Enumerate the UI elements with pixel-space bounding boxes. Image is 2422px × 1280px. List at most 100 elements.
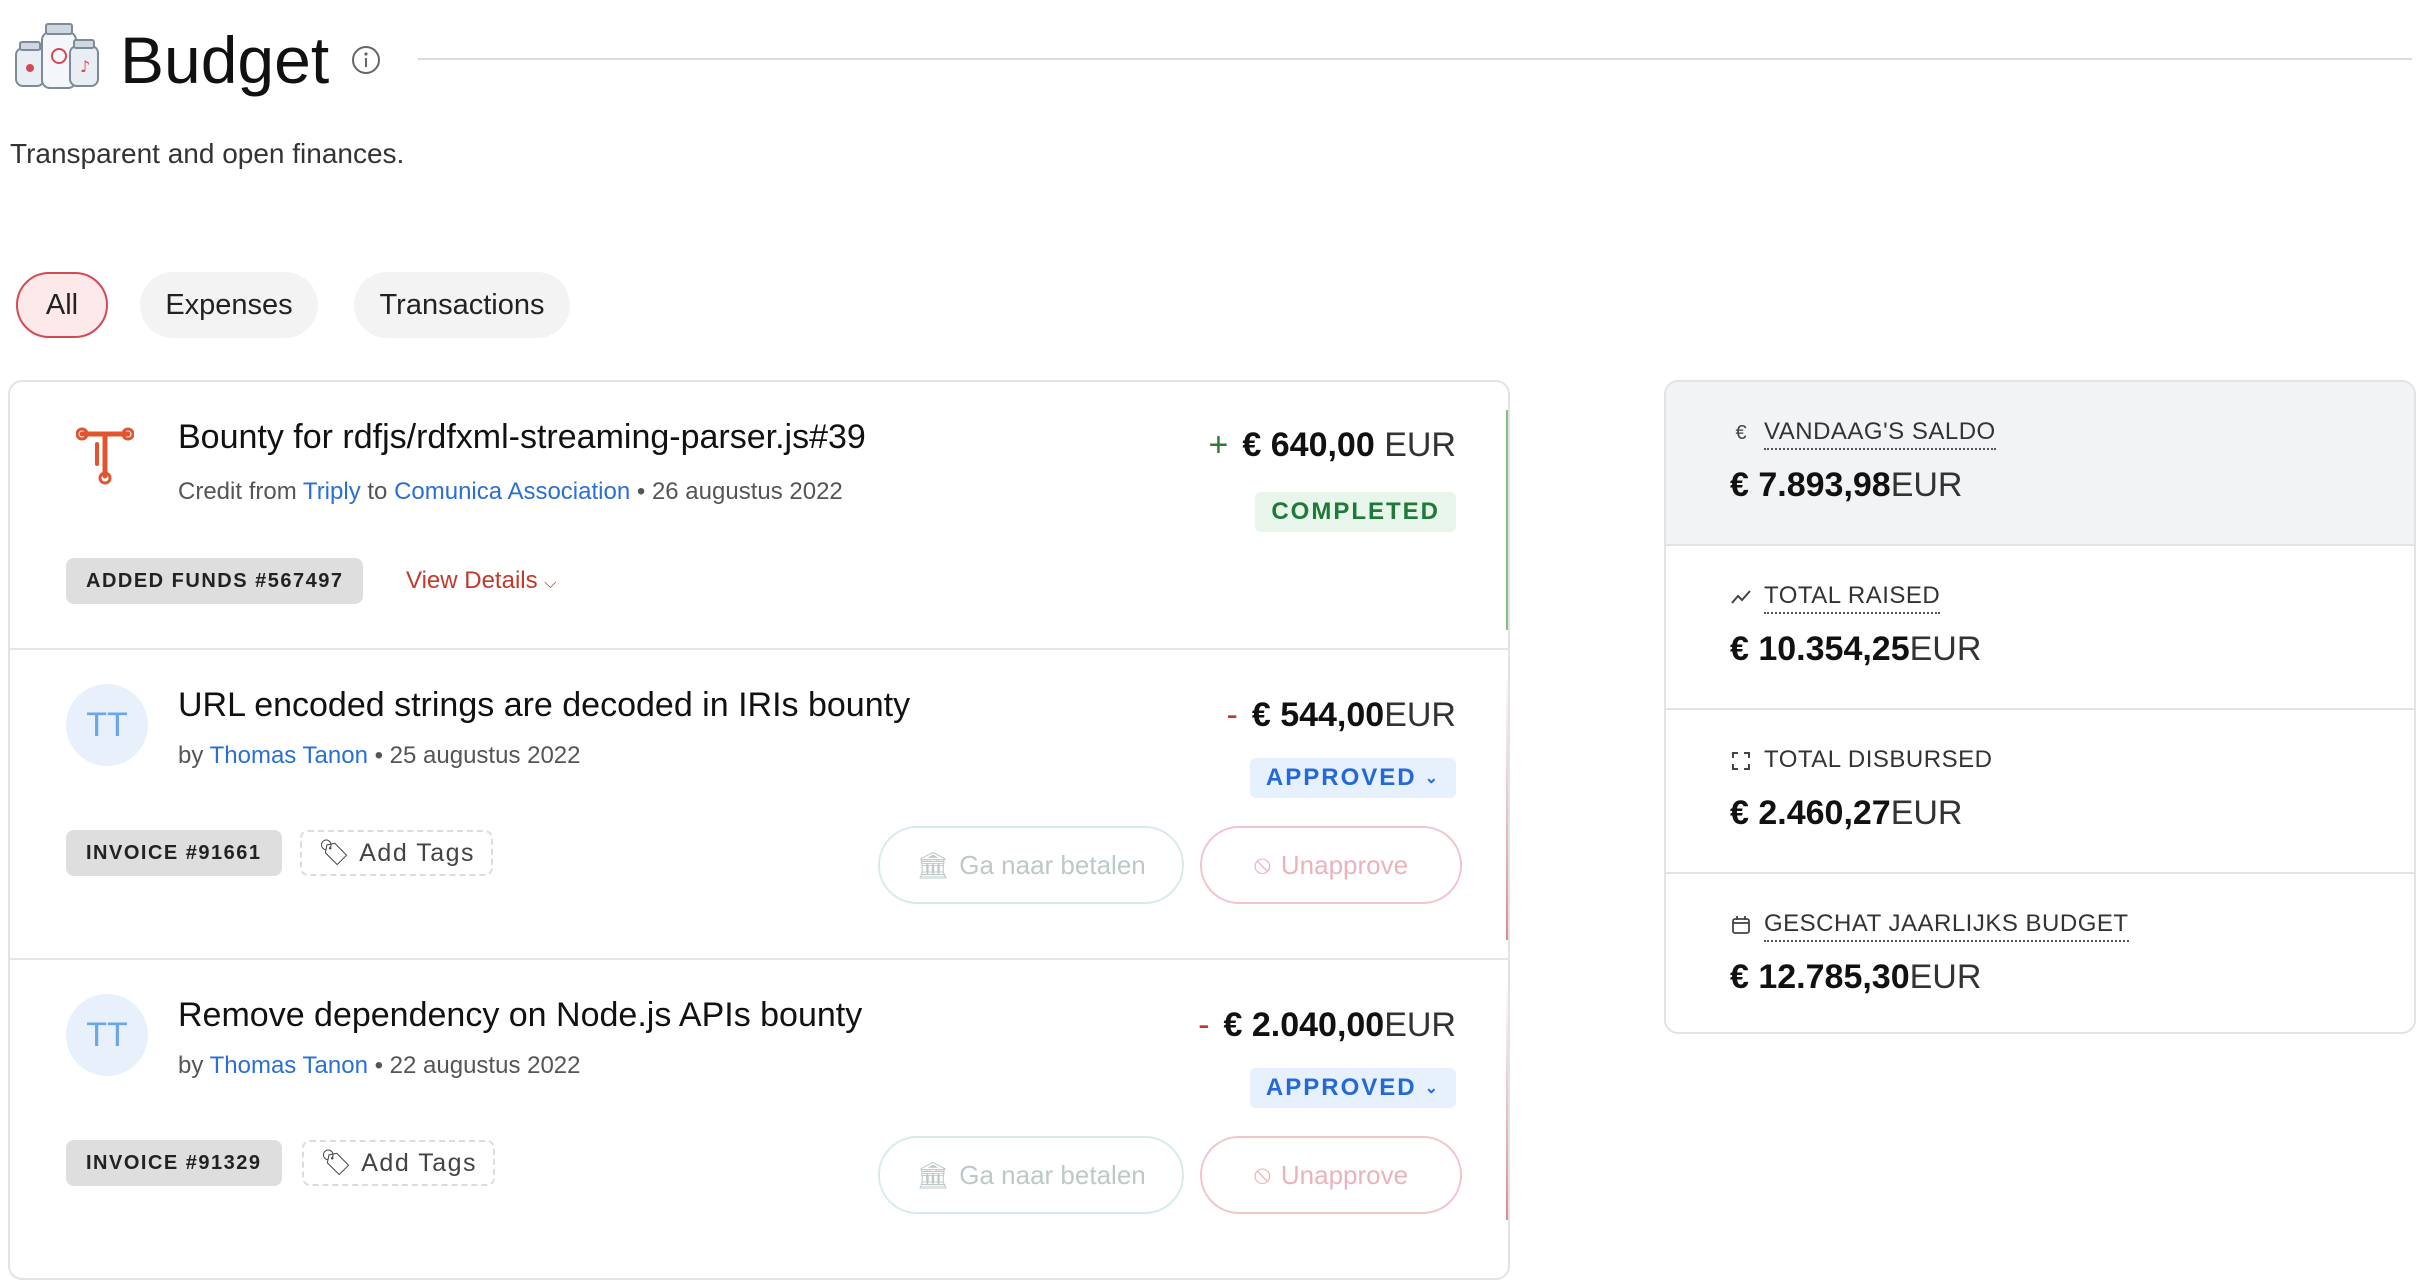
item-date: 25 augustus 2022: [389, 742, 581, 769]
to-link[interactable]: Comunica Association: [394, 478, 630, 505]
page-title: Budget: [120, 23, 330, 97]
svg-text:♪: ♪: [80, 57, 90, 76]
item-meta: Credit from Triply to Comunica Associati…: [178, 478, 843, 506]
bank-icon: 🏛: [916, 849, 950, 880]
amount-currency: EUR: [1384, 696, 1456, 734]
expand-icon: [1732, 752, 1750, 770]
pay-button[interactable]: 🏛 Ga naar betalen: [878, 1136, 1184, 1214]
amount-value: € 640,00: [1242, 426, 1375, 464]
invoice-badge: INVOICE #91329: [66, 1140, 282, 1186]
add-tags-label: Add Tags: [361, 1148, 478, 1177]
summary-label[interactable]: TOTAL RAISED: [1764, 582, 1941, 614]
tab-all[interactable]: All: [16, 272, 108, 338]
pay-button[interactable]: 🏛 Ga naar betalen: [878, 826, 1184, 904]
item-amount: - € 544,00EUR: [1227, 696, 1456, 735]
amount-currency: EUR: [1384, 426, 1456, 464]
status-label: APPROVED: [1265, 1074, 1417, 1101]
item-title[interactable]: Bounty for rdfjs/rdfxml-streaming-parser…: [178, 418, 866, 457]
chevron-down-icon: ⌄: [1424, 1080, 1440, 1097]
item-title[interactable]: URL encoded strings are decoded in IRIs …: [178, 686, 910, 725]
pay-label: Ga naar betalen: [959, 1159, 1146, 1190]
euro-icon: €: [1735, 421, 1747, 444]
meta-bullet: •: [374, 1052, 383, 1079]
summary-label: TOTAL DISBURSED: [1764, 746, 1993, 773]
budget-jars-logo: ♪: [15, 23, 99, 89]
meta-by-word: by: [178, 1052, 204, 1079]
summary-amount: € 10.354,25: [1730, 630, 1910, 668]
summary-row-yearly-budget: GESCHAT JAARLIJKS BUDGET € 12.785,30EUR: [1666, 874, 2414, 1032]
summary-value: € 7.893,98EUR: [1730, 466, 1963, 505]
list-item: TT Remove dependency on Node.js APIs bou…: [10, 960, 1508, 1278]
tab-expenses[interactable]: Expenses: [140, 272, 318, 338]
approved-status-dropdown[interactable]: APPROVED ⌄: [1249, 758, 1456, 798]
meta-bullet: •: [636, 478, 646, 505]
summary-amount: € 12.785,30: [1730, 958, 1910, 996]
triply-logo-icon: [76, 427, 134, 485]
pay-label: Ga naar betalen: [959, 849, 1146, 880]
amount-sign: -: [1198, 1006, 1210, 1044]
item-amount: + € 640,00 EUR: [1209, 426, 1456, 465]
meta-by-word: by: [178, 742, 204, 769]
approved-status-dropdown[interactable]: APPROVED ⌄: [1249, 1068, 1456, 1108]
amount-currency: EUR: [1384, 1006, 1456, 1044]
amount-value: € 2.040,00: [1223, 1006, 1385, 1044]
tag-icon: 🏷: [320, 1148, 354, 1177]
status-indicator-bar: [1506, 670, 1508, 940]
header-divider: [418, 58, 2412, 60]
amount-sign: -: [1226, 696, 1238, 734]
unapprove-button[interactable]: ⦸ Unapprove: [1200, 1136, 1462, 1214]
item-date: 26 augustus 2022: [651, 478, 843, 505]
avatar[interactable]: TT: [66, 684, 148, 766]
tab-transactions[interactable]: Transactions: [354, 272, 570, 338]
tag-icon: 🏷: [318, 838, 352, 867]
summary-currency: EUR: [1890, 794, 1963, 832]
summary-row-disbursed: TOTAL DISBURSED € 2.460,27EUR: [1666, 710, 2414, 872]
summary-label[interactable]: VANDAAG'S SALDO: [1764, 418, 1996, 450]
unapprove-label: Unapprove: [1280, 849, 1409, 880]
from-link[interactable]: Triply: [303, 478, 361, 505]
item-title[interactable]: Remove dependency on Node.js APIs bounty: [178, 996, 862, 1035]
view-details-link[interactable]: View Details ⌵: [406, 567, 556, 595]
status-label: APPROVED: [1265, 764, 1417, 791]
summary-currency: EUR: [1909, 630, 1982, 668]
transactions-list: Bounty for rdfjs/rdfxml-streaming-parser…: [8, 380, 1510, 1280]
page-header: ♪ Budget: [12, 14, 2412, 97]
amount-value: € 544,00: [1251, 696, 1385, 734]
summary-value: € 2.460,27EUR: [1730, 794, 1963, 833]
list-item: Bounty for rdfjs/rdfxml-streaming-parser…: [10, 382, 1508, 648]
summary-amount: € 2.460,27: [1730, 794, 1891, 832]
add-tags-label: Add Tags: [359, 838, 476, 867]
summary-row-balance: € VANDAAG'S SALDO € 7.893,98EUR: [1666, 382, 2414, 544]
item-date: 22 augustus 2022: [389, 1052, 581, 1079]
page-subtitle: Transparent and open finances.: [10, 138, 405, 169]
author-link[interactable]: Thomas Tanon: [210, 1052, 368, 1079]
meta-to-word: to: [367, 478, 388, 505]
summary-label[interactable]: GESCHAT JAARLIJKS BUDGET: [1764, 910, 2129, 942]
view-details-label: View Details: [406, 567, 538, 594]
item-meta: by Thomas Tanon • 22 augustus 2022: [178, 1052, 581, 1080]
item-meta: by Thomas Tanon • 25 augustus 2022: [178, 742, 581, 770]
chevron-down-icon: ⌵: [544, 575, 557, 592]
avatar[interactable]: TT: [66, 994, 148, 1076]
info-icon[interactable]: [350, 44, 382, 76]
add-tags-button[interactable]: 🏷 Add Tags: [300, 830, 494, 876]
amount-sign: +: [1208, 426, 1229, 464]
trending-up-icon: [1731, 590, 1751, 604]
meta-prefix: Credit from: [178, 478, 297, 505]
meta-bullet: •: [374, 742, 383, 769]
chevron-down-icon: ⌄: [1424, 770, 1440, 787]
status-indicator-bar: [1506, 980, 1508, 1220]
unapprove-button[interactable]: ⦸ Unapprove: [1200, 826, 1462, 904]
add-tags-button[interactable]: 🏷 Add Tags: [302, 1140, 496, 1186]
status-badge: COMPLETED: [1255, 492, 1456, 532]
summary-currency: EUR: [1890, 466, 1963, 504]
author-link[interactable]: Thomas Tanon: [210, 742, 368, 769]
summary-amount: € 7.893,98: [1730, 466, 1891, 504]
budget-summary-card: € VANDAAG'S SALDO € 7.893,98EUR TOTAL RA…: [1664, 380, 2416, 1034]
summary-currency: EUR: [1909, 958, 1982, 996]
summary-value: € 10.354,25EUR: [1730, 630, 1981, 669]
invoice-badge: INVOICE #91661: [66, 830, 282, 876]
bank-icon: 🏛: [916, 1159, 950, 1190]
ban-icon: ⦸: [1253, 1159, 1271, 1189]
unapprove-label: Unapprove: [1280, 1159, 1409, 1190]
